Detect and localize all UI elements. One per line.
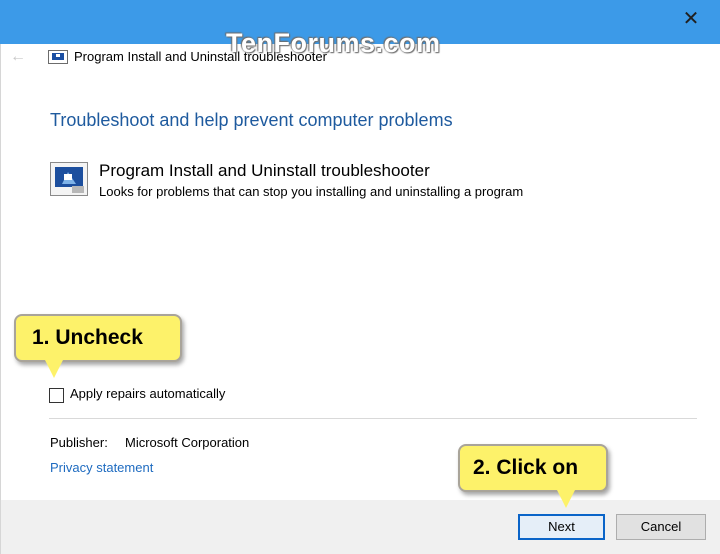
publisher-label: Publisher: [50, 435, 108, 450]
page-heading: Troubleshoot and help prevent computer p… [50, 110, 453, 130]
dialog-footer: Next Cancel [1, 500, 720, 554]
privacy-statement-link[interactable]: Privacy statement [50, 460, 153, 475]
troubleshooter-icon [50, 162, 88, 196]
watermark-logo: TenForums.com [226, 28, 441, 58]
callout-uncheck-pointer [45, 360, 63, 378]
close-icon[interactable]: ✕ [678, 6, 704, 32]
back-arrow-icon[interactable]: ← [10, 47, 30, 67]
callout-click-on: 2. Click on [458, 444, 608, 492]
callout-click-on-pointer [557, 490, 575, 508]
next-button[interactable]: Next [518, 514, 605, 540]
publisher-value: Microsoft Corporation [125, 435, 250, 450]
apply-repairs-checkbox[interactable] [49, 388, 64, 403]
divider [49, 418, 697, 419]
troubleshooter-title-icon [48, 50, 68, 64]
cancel-button[interactable]: Cancel [616, 514, 706, 540]
troubleshooter-description: Looks for problems that can stop you ins… [99, 184, 524, 199]
callout-uncheck: 1. Uncheck [14, 314, 182, 362]
troubleshooter-name[interactable]: Program Install and Uninstall troublesho… [99, 161, 430, 181]
troubleshooter-dialog: ← Program Install and Uninstall troubles… [0, 44, 720, 554]
apply-repairs-label[interactable]: Apply repairs automatically [70, 386, 225, 401]
